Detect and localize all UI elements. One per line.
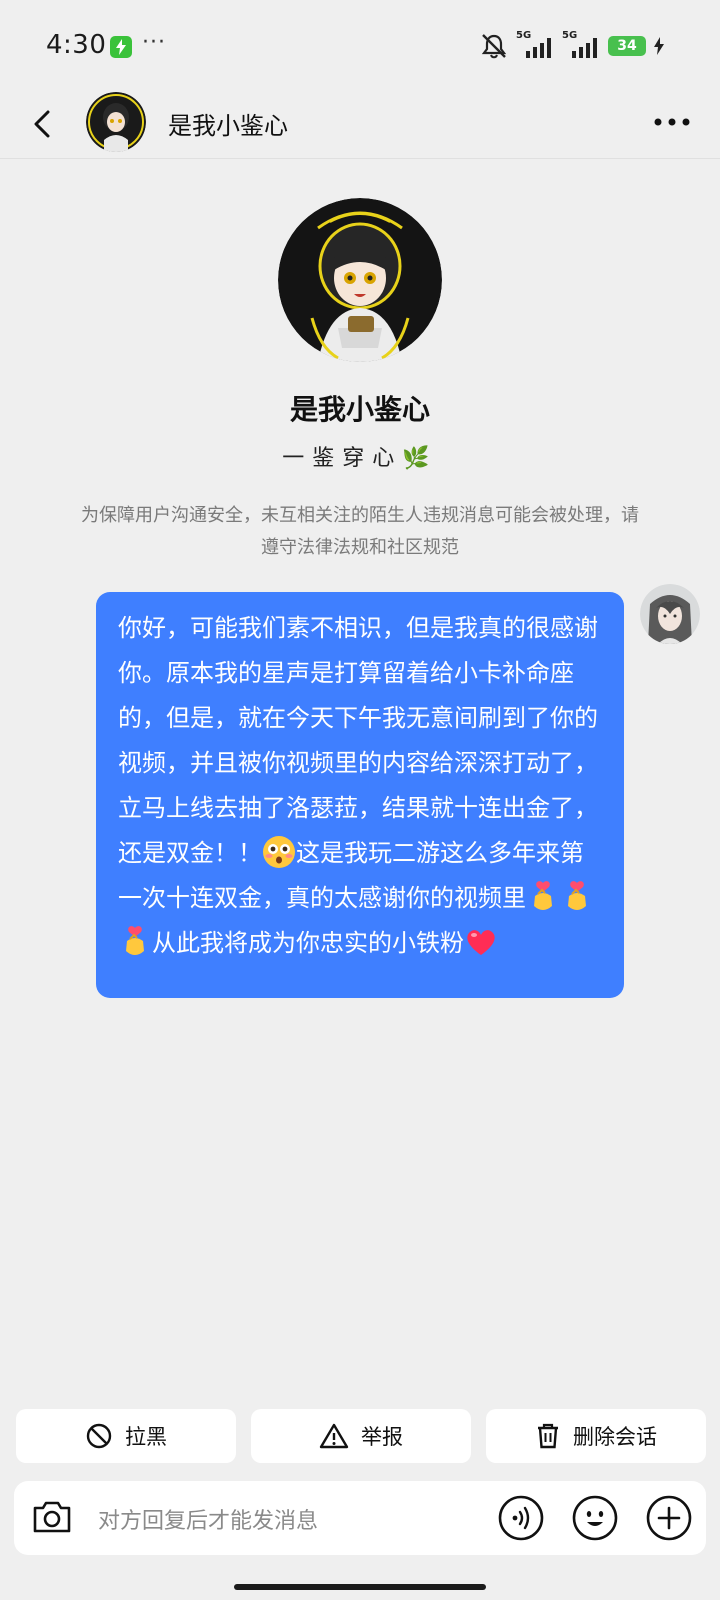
delete-conversation-button[interactable]: 删除会话 <box>486 1409 706 1463</box>
message-bubble[interactable]: 你好，可能我们素不相识，但是我真的很感谢你。原本我的星声是打算留着给小卡补命座的… <box>96 592 624 998</box>
header-title: 是我小鉴心 <box>168 112 288 140</box>
chat-header: 是我小鉴心 <box>0 92 720 159</box>
finger-heart-emoji <box>118 925 152 959</box>
finger-heart-emoji <box>526 880 560 914</box>
my-avatar[interactable] <box>640 584 700 644</box>
emoji-icon[interactable] <box>572 1495 618 1541</box>
signal-icon-2: 5G <box>562 30 600 60</box>
safety-notice: 为保障用户沟通安全，未互相关注的陌生人违规消息可能会被处理，请遵守法律法规和社区… <box>81 505 639 558</box>
header-avatar[interactable] <box>86 92 146 152</box>
home-indicator[interactable] <box>234 1584 486 1590</box>
trash-icon <box>538 1423 558 1449</box>
back-arrow-icon[interactable] <box>28 106 60 142</box>
chat-actions: 拉黑 举报 删除会话 <box>16 1409 706 1463</box>
status-bar: 4:30 ··· 5G 5G 34 <box>0 0 720 92</box>
camera-icon[interactable] <box>30 1495 74 1539</box>
profile-name: 是我小鉴心 <box>289 393 430 426</box>
voice-icon[interactable] <box>498 1495 544 1541</box>
battery-level: 34 <box>617 38 637 54</box>
profile-signature: 一鉴穿心🌿 <box>282 446 438 471</box>
heart-emoji <box>464 925 498 959</box>
message-input-bar: 对方回复后才能发消息 <box>14 1481 706 1555</box>
flushed-emoji <box>262 835 296 869</box>
status-time: 4:30 <box>46 30 107 60</box>
block-label: 拉黑 <box>125 1425 167 1449</box>
charging-badge-icon <box>110 36 132 58</box>
profile-avatar[interactable] <box>278 198 442 362</box>
report-label: 举报 <box>361 1425 403 1449</box>
more-notifications-icon: ··· <box>142 30 166 55</box>
warning-icon <box>319 1423 349 1449</box>
message-text-3: 从此我将成为你忠实的小铁粉 <box>152 929 464 957</box>
plus-icon[interactable] <box>646 1495 692 1541</box>
block-icon <box>86 1423 112 1449</box>
message-input[interactable]: 对方回复后才能发消息 <box>98 1503 318 1535</box>
charging-bolt-icon <box>654 37 664 55</box>
message-text-1: 你好，可能我们素不相识，但是我真的很感谢你。原本我的星声是打算留着给小卡补命座的… <box>118 614 598 867</box>
finger-heart-emoji <box>560 880 594 914</box>
delete-label: 删除会话 <box>573 1425 657 1449</box>
mute-bell-icon <box>481 34 507 59</box>
report-button[interactable]: 举报 <box>251 1409 471 1463</box>
block-button[interactable]: 拉黑 <box>16 1409 236 1463</box>
signal-icon-1: 5G <box>516 30 554 60</box>
battery-icon: 34 <box>608 36 646 56</box>
more-options-icon[interactable] <box>652 114 692 130</box>
